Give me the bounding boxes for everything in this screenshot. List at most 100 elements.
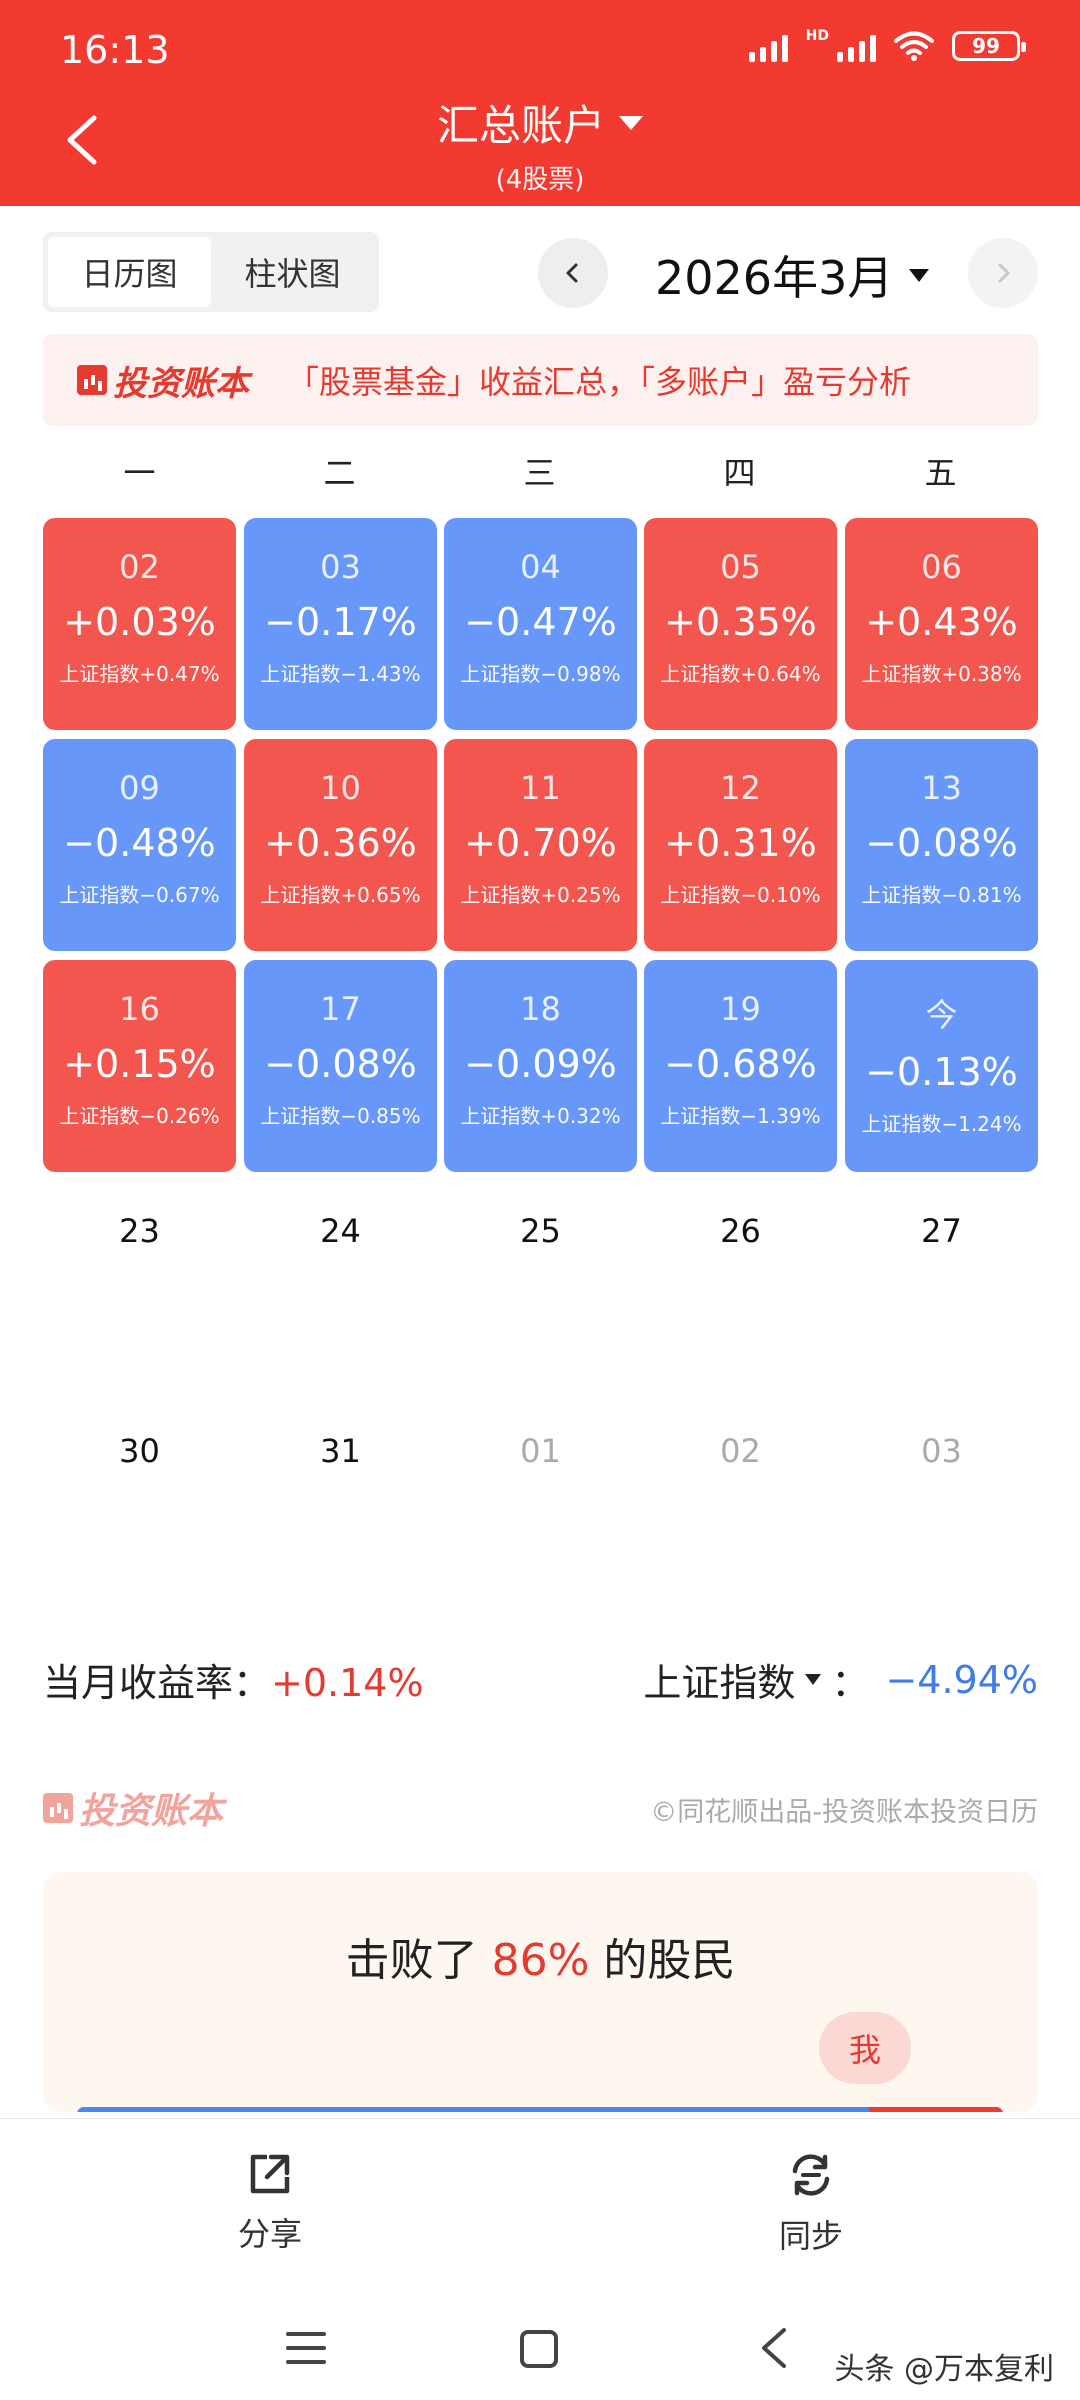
bottom-action-bar: 分享 同步 <box>0 2118 1080 2288</box>
calendar-day-cell[interactable]: 09 −0.48% 上证指数−0.67% <box>43 739 236 951</box>
ranking-bar-highlight <box>869 2107 1003 2112</box>
day-number: 10 <box>320 769 361 807</box>
day-return: +0.15% <box>63 1042 216 1086</box>
me-marker: 我 <box>819 2012 911 2084</box>
prev-month-button[interactable] <box>538 238 608 308</box>
status-icons: HD 99 <box>748 28 1026 62</box>
copyright-text: ©同花顺出品-投资账本投资日历 <box>650 1797 1038 1828</box>
day-return: −0.09% <box>464 1042 617 1086</box>
chart-logo-icon <box>43 1793 73 1823</box>
day-index-return: 上证指数−0.85% <box>260 1104 421 1128</box>
calendar-day-cell[interactable]: 11 +0.70% 上证指数+0.25% <box>444 739 637 951</box>
ranking-card: 击败了 86% 的股民 我 <box>43 1872 1038 2112</box>
month-summary: 当月收益率：+0.14% 上证指数 ： −4.94% <box>43 1652 1038 1708</box>
wifi-icon <box>894 31 934 61</box>
sync-icon <box>792 2154 830 2196</box>
chevron-down-icon <box>805 1674 822 1685</box>
footer-brand: 投资账本 ©同花顺出品-投资账本投资日历 <box>43 1782 1038 1832</box>
day-return: −0.08% <box>264 1042 417 1086</box>
day-return: +0.43% <box>865 600 1018 644</box>
calendar-day-cell[interactable]: 今 −0.13% 上证指数−1.24% <box>845 960 1038 1172</box>
calendar-day-empty[interactable]: 27 <box>845 1212 1038 1250</box>
day-index-return: 上证指数−0.98% <box>460 662 621 686</box>
day-return: −0.08% <box>865 821 1018 865</box>
day-number: 17 <box>320 990 361 1028</box>
weekday-thu: 四 <box>723 454 756 492</box>
ranking-suffix: 的股民 <box>589 1935 736 1986</box>
weekday-header: 一 二 三 四 五 <box>43 448 1038 498</box>
day-return: −0.17% <box>264 600 417 644</box>
month-label: 2026年3月 <box>655 251 894 305</box>
day-index-return: 上证指数+0.25% <box>460 883 621 907</box>
calendar-day-empty[interactable]: 02 <box>644 1432 837 1470</box>
tab-bar-chart[interactable]: 柱状图 <box>211 237 374 307</box>
promo-banner[interactable]: 投资账本 「股票基金」收益汇总，「多账户」盈亏分析 <box>43 334 1038 426</box>
day-return: −0.47% <box>464 600 617 644</box>
status-bar: 16:13 HD 99 <box>0 0 1080 96</box>
calendar-day-empty[interactable]: 31 <box>244 1432 437 1470</box>
calendar-day-empty[interactable]: 01 <box>444 1432 637 1470</box>
battery-icon: 99 <box>952 31 1026 61</box>
chevron-right-icon <box>998 263 1010 283</box>
day-return: +0.36% <box>264 821 417 865</box>
index-label: 上证指数 <box>643 1661 796 1705</box>
day-number: 04 <box>520 548 561 586</box>
index-return-value: −4.94% <box>885 1657 1038 1702</box>
header: 16:13 HD 99 汇总账户 (4股票) <box>0 0 1080 206</box>
day-index-return: 上证指数−0.81% <box>861 883 1022 907</box>
calendar-day-empty[interactable]: 23 <box>43 1212 236 1250</box>
month-selector[interactable]: 2026年3月 <box>655 242 930 308</box>
home-icon[interactable] <box>518 2328 560 2370</box>
calendar-day-empty[interactable]: 26 <box>644 1212 837 1250</box>
calendar-day-cell[interactable]: 13 −0.08% 上证指数−0.81% <box>845 739 1038 951</box>
calendar-day-cell[interactable]: 06 +0.43% 上证指数+0.38% <box>845 518 1038 730</box>
chevron-left-icon <box>566 263 578 283</box>
next-month-button[interactable] <box>968 238 1038 308</box>
calendar-day-cell[interactable]: 03 −0.17% 上证指数−1.43% <box>244 518 437 730</box>
title-area[interactable]: 汇总账户 (4股票) <box>0 92 1080 196</box>
day-index-return: 上证指数−1.39% <box>660 1104 821 1128</box>
brand-logo: 投资账本 <box>77 356 249 405</box>
day-number: 09 <box>119 769 160 807</box>
index-return[interactable]: 上证指数 ： −4.94% <box>643 1652 1038 1707</box>
day-return: +0.31% <box>664 821 817 865</box>
day-index-return: 上证指数−0.67% <box>59 883 220 907</box>
day-index-return: 上证指数+0.47% <box>59 662 220 686</box>
index-separator: ： <box>831 1661 870 1705</box>
calendar-day-empty[interactable]: 30 <box>43 1432 236 1470</box>
view-tabs: 日历图 柱状图 <box>43 232 379 312</box>
watermark: 头条 @万本复利 <box>834 2352 1054 2387</box>
calendar-day-cell[interactable]: 04 −0.47% 上证指数−0.98% <box>444 518 637 730</box>
calendar-day-cell[interactable]: 05 +0.35% 上证指数+0.64% <box>644 518 837 730</box>
share-button[interactable]: 分享 <box>170 2149 370 2255</box>
page-title: 汇总账户 <box>436 101 605 150</box>
calendar-day-cell[interactable]: 18 −0.09% 上证指数+0.32% <box>444 960 637 1172</box>
network-type-label: HD <box>805 28 829 44</box>
calendar-day-cell[interactable]: 12 +0.31% 上证指数−0.10% <box>644 739 837 951</box>
day-return: −0.48% <box>63 821 216 865</box>
calendar-day-cell[interactable]: 10 +0.36% 上证指数+0.65% <box>244 739 437 951</box>
day-number: 05 <box>720 548 761 586</box>
calendar-day-cell[interactable]: 16 +0.15% 上证指数−0.26% <box>43 960 236 1172</box>
signal-icon-2 <box>837 30 876 62</box>
back-nav-icon[interactable] <box>756 2326 792 2370</box>
calendar-day-empty[interactable]: 25 <box>444 1212 637 1250</box>
calendar-day-cell[interactable]: 02 +0.03% 上证指数+0.47% <box>43 518 236 730</box>
calendar-day-empty[interactable]: 24 <box>244 1212 437 1250</box>
calendar-day-empty[interactable]: 03 <box>845 1432 1038 1470</box>
tab-calendar[interactable]: 日历图 <box>48 237 211 307</box>
menu-icon[interactable] <box>284 2328 328 2368</box>
day-number: 16 <box>119 990 160 1028</box>
account-selector[interactable]: 汇总账户 <box>437 92 643 153</box>
calendar-day-cell[interactable]: 19 −0.68% 上证指数−1.39% <box>644 960 837 1172</box>
day-return: −0.68% <box>664 1042 817 1086</box>
chevron-down-icon <box>909 268 930 282</box>
day-index-return: 上证指数−1.43% <box>260 662 421 686</box>
sync-button[interactable]: 同步 <box>711 2149 911 2257</box>
day-index-return: 上证指数−1.24% <box>861 1112 1022 1136</box>
day-index-return: 上证指数−0.10% <box>660 883 821 907</box>
signal-icon <box>748 30 788 62</box>
footer-logo-text: 投资账本 <box>79 1791 224 1832</box>
calendar-day-cell[interactable]: 17 −0.08% 上证指数−0.85% <box>244 960 437 1172</box>
day-index-return: 上证指数−0.26% <box>59 1104 220 1128</box>
